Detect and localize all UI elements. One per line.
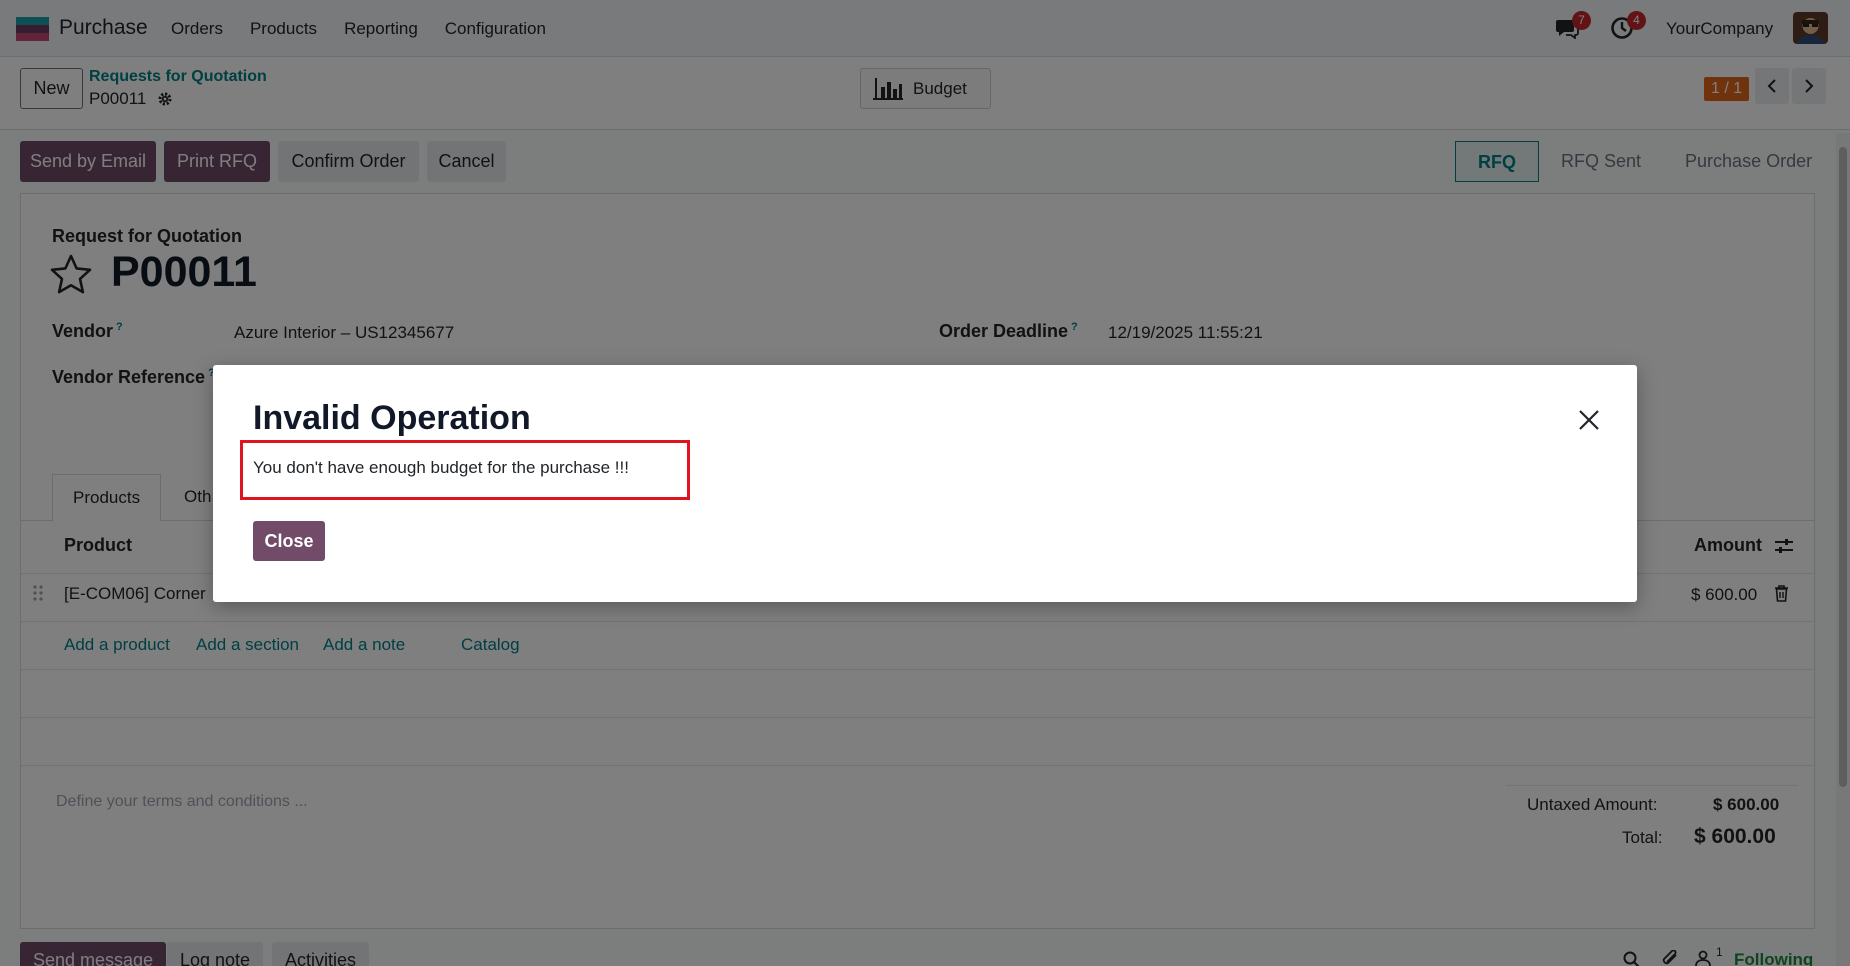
dialog-close-button[interactable]: Close bbox=[253, 521, 325, 561]
dialog-message: You don't have enough budget for the pur… bbox=[253, 458, 629, 477]
dialog-title: Invalid Operation bbox=[253, 399, 531, 437]
close-icon[interactable] bbox=[1577, 408, 1601, 432]
invalid-operation-dialog: Invalid Operation You don't have enough … bbox=[213, 365, 1637, 602]
